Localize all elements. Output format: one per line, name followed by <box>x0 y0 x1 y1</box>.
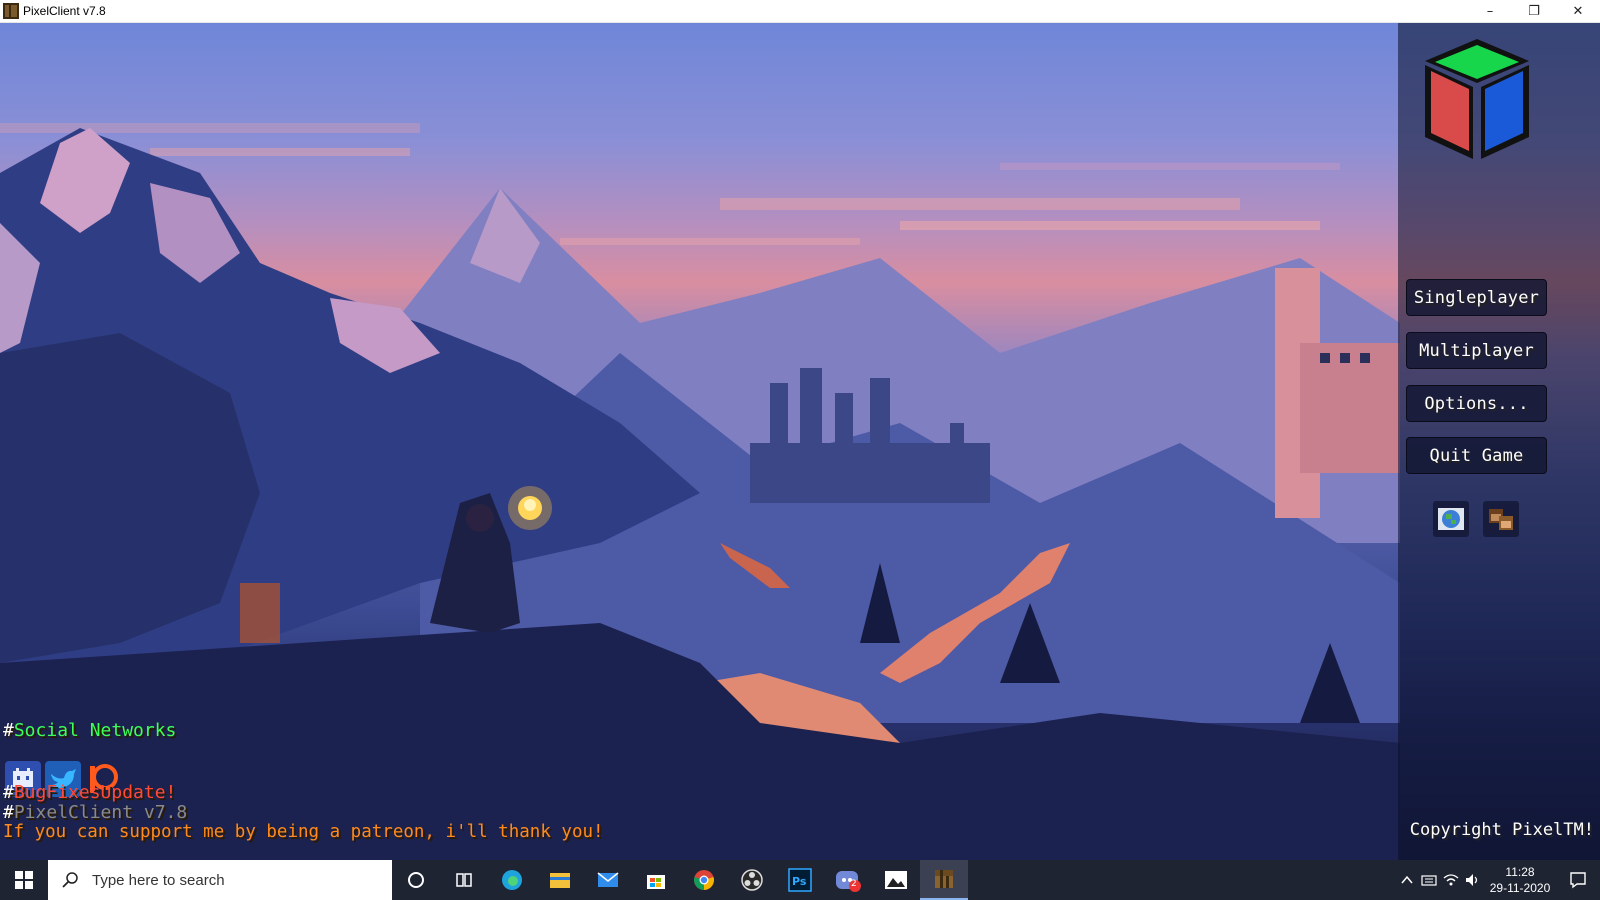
photoshop-button[interactable]: Ps <box>776 860 824 900</box>
globe-icon <box>1438 508 1464 530</box>
photos-icon <box>885 871 907 889</box>
language-button[interactable] <box>1433 501 1469 537</box>
file-explorer-button[interactable] <box>536 860 584 900</box>
patreon-message: If you can support me by being a patreon… <box>3 822 604 842</box>
social-networks-label: Social Networks <box>13 720 177 741</box>
speaker-icon <box>1466 874 1478 886</box>
windows-taskbar: Type here to search Ps 2 11:28 29-11-202… <box>0 860 1600 900</box>
search-icon <box>62 872 78 888</box>
hash-symbol: # <box>3 782 14 803</box>
file-explorer-icon <box>550 873 570 888</box>
version-line: #PixelClient v7.8 <box>3 802 187 823</box>
maximize-button[interactable]: ❐ <box>1512 0 1556 23</box>
keyboard-icon <box>1421 875 1437 886</box>
chrome-icon <box>694 870 714 890</box>
wifi-icon <box>1443 874 1459 886</box>
taskbar-clock[interactable]: 11:28 29-11-2020 <box>1484 864 1556 896</box>
show-hidden-icons-button[interactable] <box>1396 860 1418 900</box>
window-title: PixelClient v7.8 <box>23 4 106 18</box>
mail-button[interactable] <box>584 860 632 900</box>
singleplayer-button[interactable]: Singleplayer <box>1406 279 1547 316</box>
task-view-icon <box>456 873 472 887</box>
game-viewport: Singleplayer Multiplayer Options... Quit… <box>0 23 1600 860</box>
obs-button[interactable] <box>728 860 776 900</box>
search-placeholder: Type here to search <box>92 871 225 889</box>
store-button[interactable] <box>632 860 680 900</box>
hash-symbol: # <box>3 720 14 741</box>
pixelclient-taskbar-button[interactable] <box>920 860 968 900</box>
version-label: PixelClient v7.8 <box>13 802 188 823</box>
edge-button[interactable] <box>488 860 536 900</box>
system-tray: 11:28 29-11-2020 <box>1396 860 1600 900</box>
options-button[interactable]: Options... <box>1406 385 1547 422</box>
volume-button[interactable] <box>1462 860 1484 900</box>
discord-taskbar-button[interactable]: 2 <box>824 860 872 900</box>
discord-badge-count: 2 <box>851 879 857 889</box>
player-heads-icon <box>1489 509 1513 530</box>
background-landscape <box>0 123 1400 860</box>
bugfix-update-label: BugFixesUpdate! <box>13 782 177 803</box>
mail-icon <box>597 872 619 887</box>
clock-date: 29-11-2020 <box>1489 881 1551 895</box>
hash-symbol: # <box>3 802 14 823</box>
chevron-up-icon <box>1401 875 1413 884</box>
cortana-button[interactable] <box>392 860 440 900</box>
social-networks-heading: #Social Networks <box>3 720 176 741</box>
clock-time: 11:28 <box>1505 865 1535 879</box>
store-icon <box>647 875 665 889</box>
pixelclient-logo <box>1425 39 1529 159</box>
taskbar-search-box[interactable]: Type here to search <box>48 860 392 900</box>
minimize-button[interactable]: – <box>1468 0 1512 23</box>
chrome-button[interactable] <box>680 860 728 900</box>
windows-logo-icon <box>15 871 33 889</box>
edge-icon <box>502 870 522 890</box>
copyright-text: Copyright PixelTM! <box>1409 820 1594 840</box>
discord-app-icon <box>836 871 861 892</box>
quit-game-button[interactable]: Quit Game <box>1406 437 1547 474</box>
task-view-button[interactable] <box>440 860 488 900</box>
window-controls: – ❐ ✕ <box>1468 0 1600 23</box>
photoshop-icon: Ps <box>788 868 812 892</box>
notification-icon <box>1570 872 1586 889</box>
language-indicator[interactable] <box>1418 860 1440 900</box>
notification-center-button[interactable] <box>1556 860 1600 900</box>
minecraft-icon <box>935 870 953 888</box>
network-button[interactable] <box>1440 860 1462 900</box>
obs-icon <box>741 869 763 891</box>
start-button[interactable] <box>0 860 48 900</box>
svg-text:Ps: Ps <box>792 875 807 888</box>
accounts-button[interactable] <box>1483 501 1519 537</box>
cortana-icon <box>408 872 424 888</box>
bugfix-update-line: #BugFixesUpdate! <box>3 782 176 803</box>
title-bar: PixelClient v7.8 – ❐ ✕ <box>0 0 1600 23</box>
photos-button[interactable] <box>872 860 920 900</box>
close-button[interactable]: ✕ <box>1556 0 1600 23</box>
multiplayer-button[interactable]: Multiplayer <box>1406 332 1547 369</box>
app-icon <box>3 3 19 19</box>
